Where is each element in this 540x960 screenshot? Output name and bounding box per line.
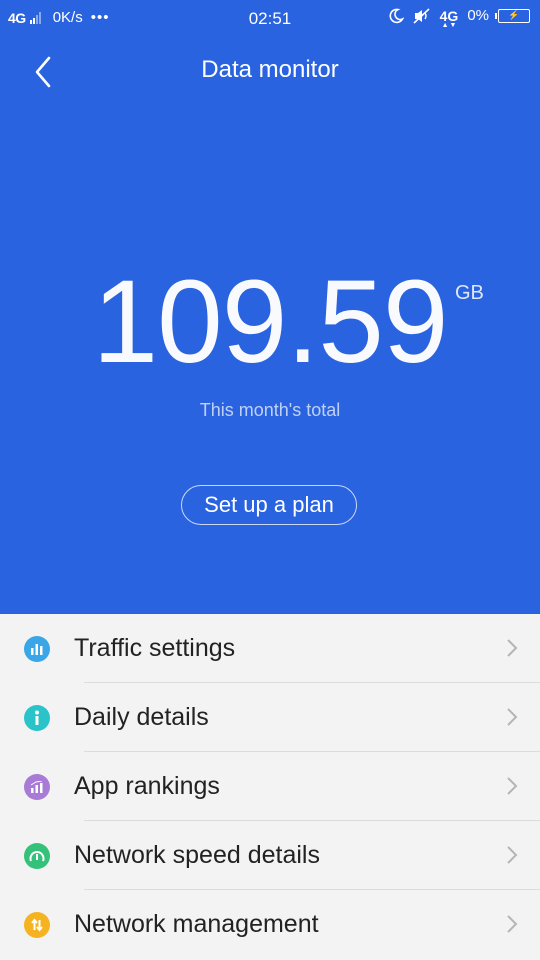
chevron-right-icon	[507, 777, 518, 795]
set-up-plan-button[interactable]: Set up a plan	[181, 485, 357, 525]
menu-item-network-management[interactable]: Network management	[0, 890, 540, 959]
menu-item-label: Network management	[74, 910, 319, 938]
chevron-right-icon	[507, 846, 518, 864]
menu-item-app-rankings[interactable]: App rankings	[0, 752, 540, 821]
settings-list: Traffic settings Daily details App ranki…	[0, 614, 540, 959]
usage-unit: GB	[455, 282, 484, 304]
menu-item-traffic-settings[interactable]: Traffic settings	[0, 614, 540, 683]
status-bar: 4G 0K/s ••• 02:51 4G ▲▼ 0% ⚡	[0, 0, 540, 36]
ranking-icon	[24, 774, 50, 800]
menu-item-network-speed-details[interactable]: Network speed details	[0, 821, 540, 890]
usage-total: 109.59	[0, 262, 540, 382]
data-activity-icon: ▲▼	[441, 21, 458, 29]
menu-item-label: Traffic settings	[74, 634, 236, 662]
usage-value: 109.59	[92, 256, 449, 388]
usage-hero: 4G 0K/s ••• 02:51 4G ▲▼ 0% ⚡ Data monito…	[0, 0, 540, 614]
chevron-right-icon	[507, 708, 518, 726]
menu-item-daily-details[interactable]: Daily details	[0, 683, 540, 752]
page-title: Data monitor	[201, 56, 339, 83]
battery-charging-icon: ⚡	[495, 8, 530, 23]
usage-caption: This month's total	[199, 400, 341, 420]
chevron-right-icon	[507, 639, 518, 657]
mobile-data-indicator: 4G ▲▼	[440, 8, 459, 29]
battery-percent: 0%	[467, 7, 489, 24]
mute-icon	[413, 7, 430, 24]
info-icon	[24, 705, 50, 731]
menu-item-label: Daily details	[74, 703, 209, 731]
speedometer-icon	[24, 843, 50, 869]
moon-icon	[389, 8, 404, 23]
menu-item-label: Network speed details	[74, 841, 320, 869]
bar-chart-icon	[24, 636, 50, 662]
transfer-icon	[24, 912, 50, 938]
menu-item-label: App rankings	[74, 772, 220, 800]
chevron-right-icon	[507, 915, 518, 933]
status-right: 4G ▲▼ 0% ⚡	[388, 7, 530, 29]
